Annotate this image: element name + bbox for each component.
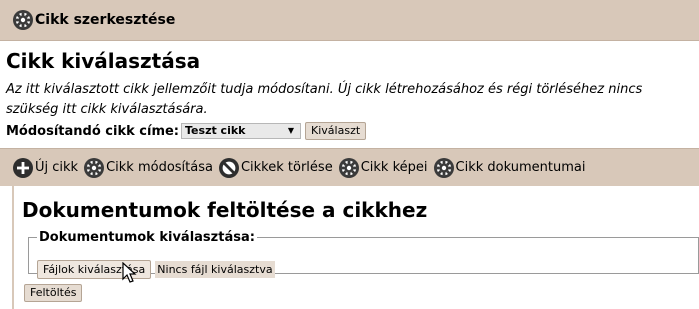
upload-panel: Dokumentumok feltöltése a cikkhez Dokume…	[12, 186, 699, 309]
file-input[interactable]: Fájlok kiválasztása Nincs fájl kiválaszt…	[37, 260, 275, 279]
tool-label: Cikk képei	[360, 160, 428, 175]
tool-label: Cikk módosítása	[106, 160, 213, 175]
article-toolbar: Új cikk Cikk módosítása Cikkek törlése C…	[0, 148, 699, 186]
tool-edit-article[interactable]: Cikk módosítása	[83, 157, 213, 179]
upload-panel-title: Dokumentumok feltöltése a cikkhez	[22, 198, 428, 222]
tool-label: Cikkek törlése	[240, 160, 333, 175]
gear-icon	[83, 157, 105, 179]
tool-new-article[interactable]: Új cikk	[12, 157, 78, 179]
dropdown-arrow-icon: ▼	[287, 126, 295, 135]
tool-article-documents[interactable]: Cikk dokumentumai	[433, 157, 586, 179]
forbidden-icon	[218, 157, 240, 179]
article-select[interactable]: Teszt cikk ▼	[181, 123, 302, 139]
select-article-button[interactable]: Kiválaszt	[305, 122, 367, 140]
article-select-value: Teszt cikk	[185, 124, 246, 137]
upload-button[interactable]: Feltöltés	[24, 284, 83, 302]
section-description: Az itt kiválasztott cikk jellemzőit tudj…	[6, 82, 643, 117]
tool-delete-articles[interactable]: Cikkek törlése	[218, 157, 333, 179]
article-select-label: Módosítandó cikk címe:	[6, 123, 180, 139]
header-bar: Cikk szerkesztése	[0, 0, 699, 41]
mouse-cursor-icon	[122, 262, 137, 283]
tool-article-images[interactable]: Cikk képei	[338, 157, 428, 179]
documents-legend: Dokumentumok kiválasztása:	[39, 230, 255, 245]
tool-label: Cikk dokumentumai	[455, 160, 586, 175]
section-title: Cikk kiválasztása	[6, 49, 201, 73]
page-title: Cikk szerkesztése	[35, 12, 176, 28]
gear-icon	[338, 157, 360, 179]
gear-icon	[12, 9, 34, 31]
file-status: Nincs fájl kiválasztva	[155, 261, 275, 278]
article-select-row: Módosítandó cikk címe: Teszt cikk ▼ Kivá…	[6, 121, 367, 141]
tool-label: Új cikk	[35, 160, 79, 175]
gear-icon	[433, 157, 455, 179]
plus-icon	[12, 157, 34, 179]
